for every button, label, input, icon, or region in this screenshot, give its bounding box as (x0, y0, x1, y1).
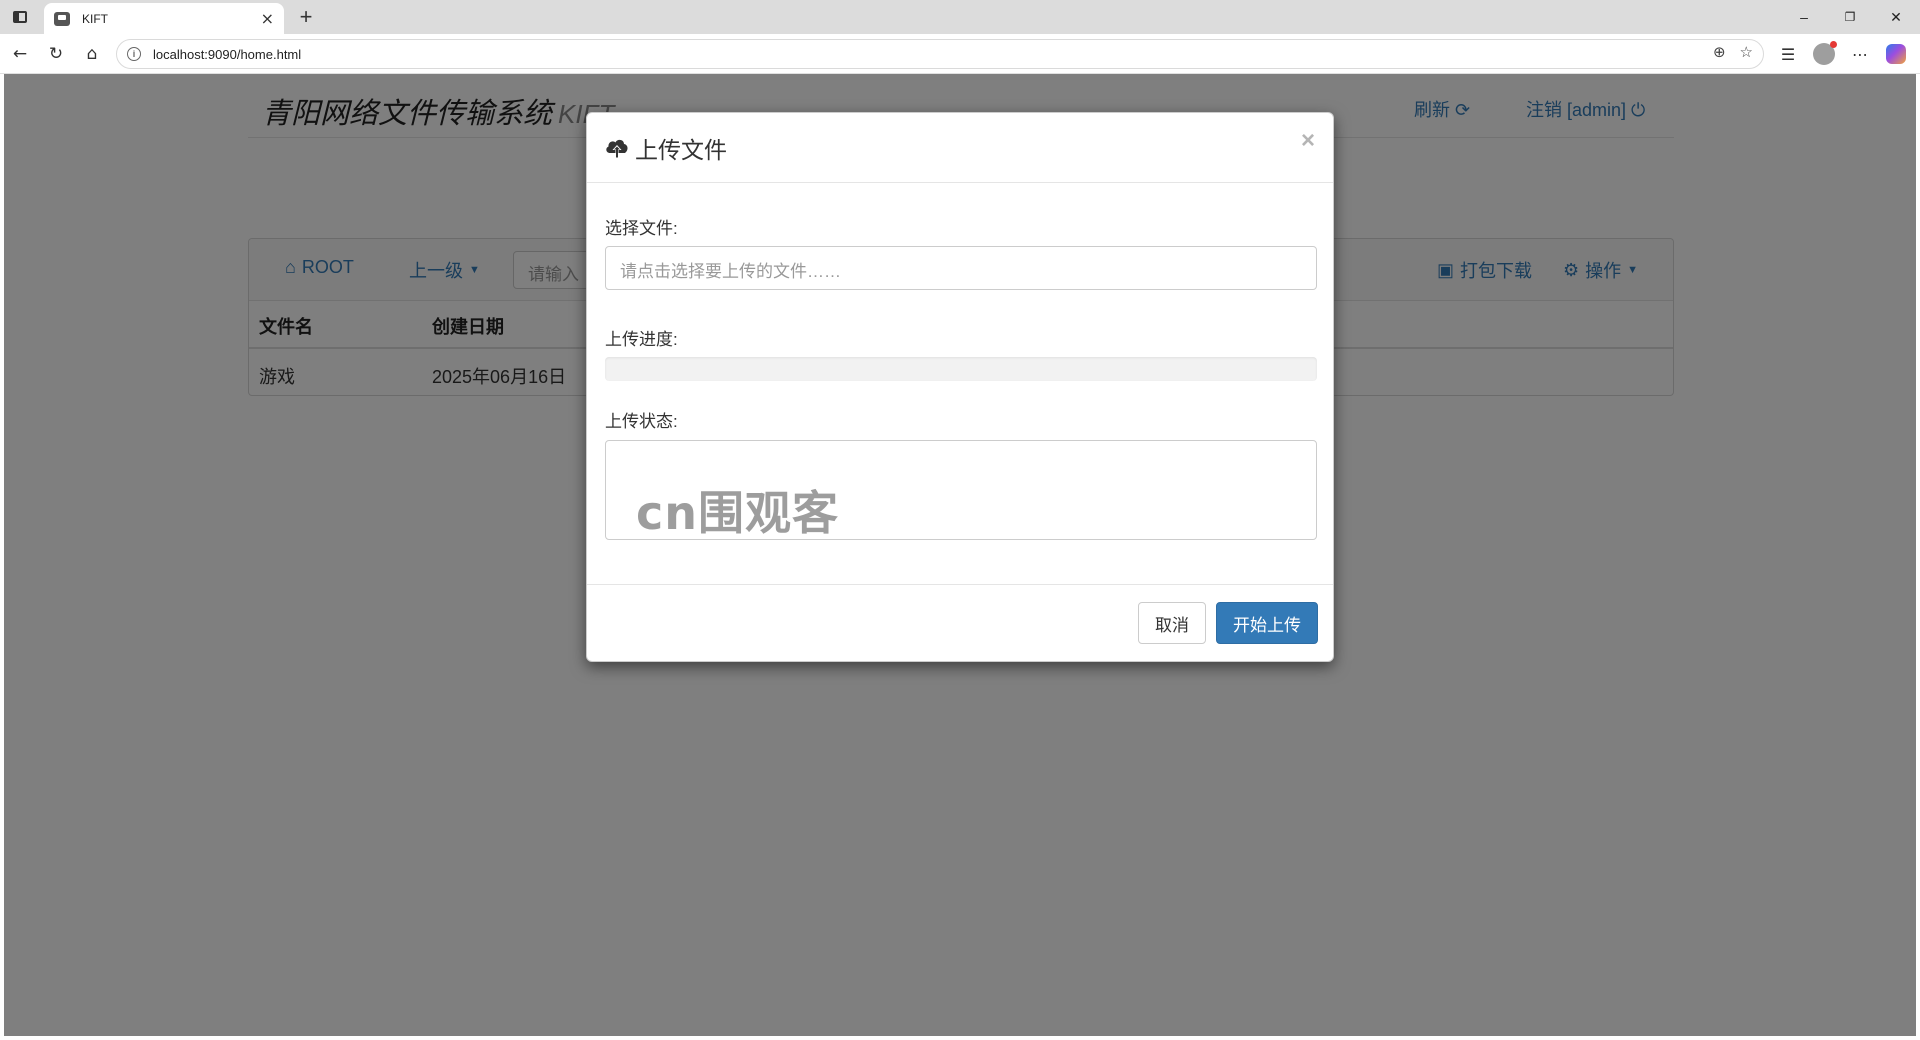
status-label: 上传状态: (605, 412, 678, 431)
home-icon[interactable]: ⌂ (80, 42, 104, 66)
watermark-text: cn围观客www.weiguanke.cn (636, 486, 840, 540)
modal-title-text: 上传文件 (635, 137, 727, 163)
upload-modal: 上传文件 × 选择文件: 请点击选择要上传的文件…… 上传进度: 上传状态: c… (586, 112, 1334, 662)
modal-footer-divider (587, 584, 1333, 585)
copilot-icon[interactable] (1884, 42, 1908, 66)
tab-actions-icon[interactable] (10, 7, 30, 27)
zoom-icon[interactable]: ⊕ (1713, 43, 1726, 61)
profile-avatar[interactable] (1812, 41, 1837, 66)
window-minimize-icon[interactable]: – (1784, 4, 1824, 30)
select-file-label: 选择文件: (605, 219, 678, 238)
more-menu-icon[interactable]: ⋯ (1848, 42, 1872, 66)
kift-home-page: 青阳网络文件传输系统KIFT 刷新 ⟳ 注销 [admin] ⏻ ⌂ ROOT … (4, 74, 1916, 1036)
tab-close-icon[interactable]: × (261, 9, 274, 28)
favorites-icon[interactable]: ☰ (1776, 42, 1800, 66)
window-restore-icon[interactable]: ❐ (1830, 4, 1870, 30)
tab-title: KIFT (82, 11, 108, 26)
reload-icon[interactable]: ↻ (44, 42, 68, 66)
cloud-upload-icon (606, 139, 628, 158)
progress-label: 上传进度: (605, 330, 678, 349)
site-info-icon[interactable]: i (127, 47, 141, 61)
browser-tab[interactable]: KIFT × (44, 3, 284, 34)
modal-title: 上传文件 (605, 131, 727, 165)
url-text[interactable]: localhost:9090/home.html (153, 47, 301, 62)
page-viewport: 青阳网络文件传输系统KIFT 刷新 ⟳ 注销 [admin] ⏻ ⌂ ROOT … (4, 74, 1916, 1036)
upload-status-box: cn围观客www.weiguanke.cn (605, 440, 1317, 540)
favorite-star-icon[interactable]: ☆ (1740, 43, 1753, 61)
cancel-button[interactable]: 取消 (1138, 602, 1206, 644)
modal-header: 上传文件 × (587, 113, 1333, 183)
upload-progress-bar (605, 357, 1317, 381)
browser-address-bar: ← ↻ ⌂ i localhost:9090/home.html ⊕ ☆ ☰ ⋯ (0, 34, 1920, 74)
window-close-icon[interactable]: ✕ (1876, 4, 1916, 30)
url-field[interactable]: i localhost:9090/home.html ⊕ ☆ (116, 39, 1764, 69)
file-select-input[interactable]: 请点击选择要上传的文件…… (605, 246, 1317, 290)
close-icon[interactable]: × (1301, 127, 1315, 155)
start-upload-button[interactable]: 开始上传 (1216, 602, 1318, 644)
back-icon[interactable]: ← (8, 42, 32, 66)
browser-tab-bar: KIFT × + – ❐ ✕ (0, 0, 1920, 34)
new-tab-icon[interactable]: + (292, 3, 320, 31)
tab-favicon-icon (54, 11, 70, 26)
